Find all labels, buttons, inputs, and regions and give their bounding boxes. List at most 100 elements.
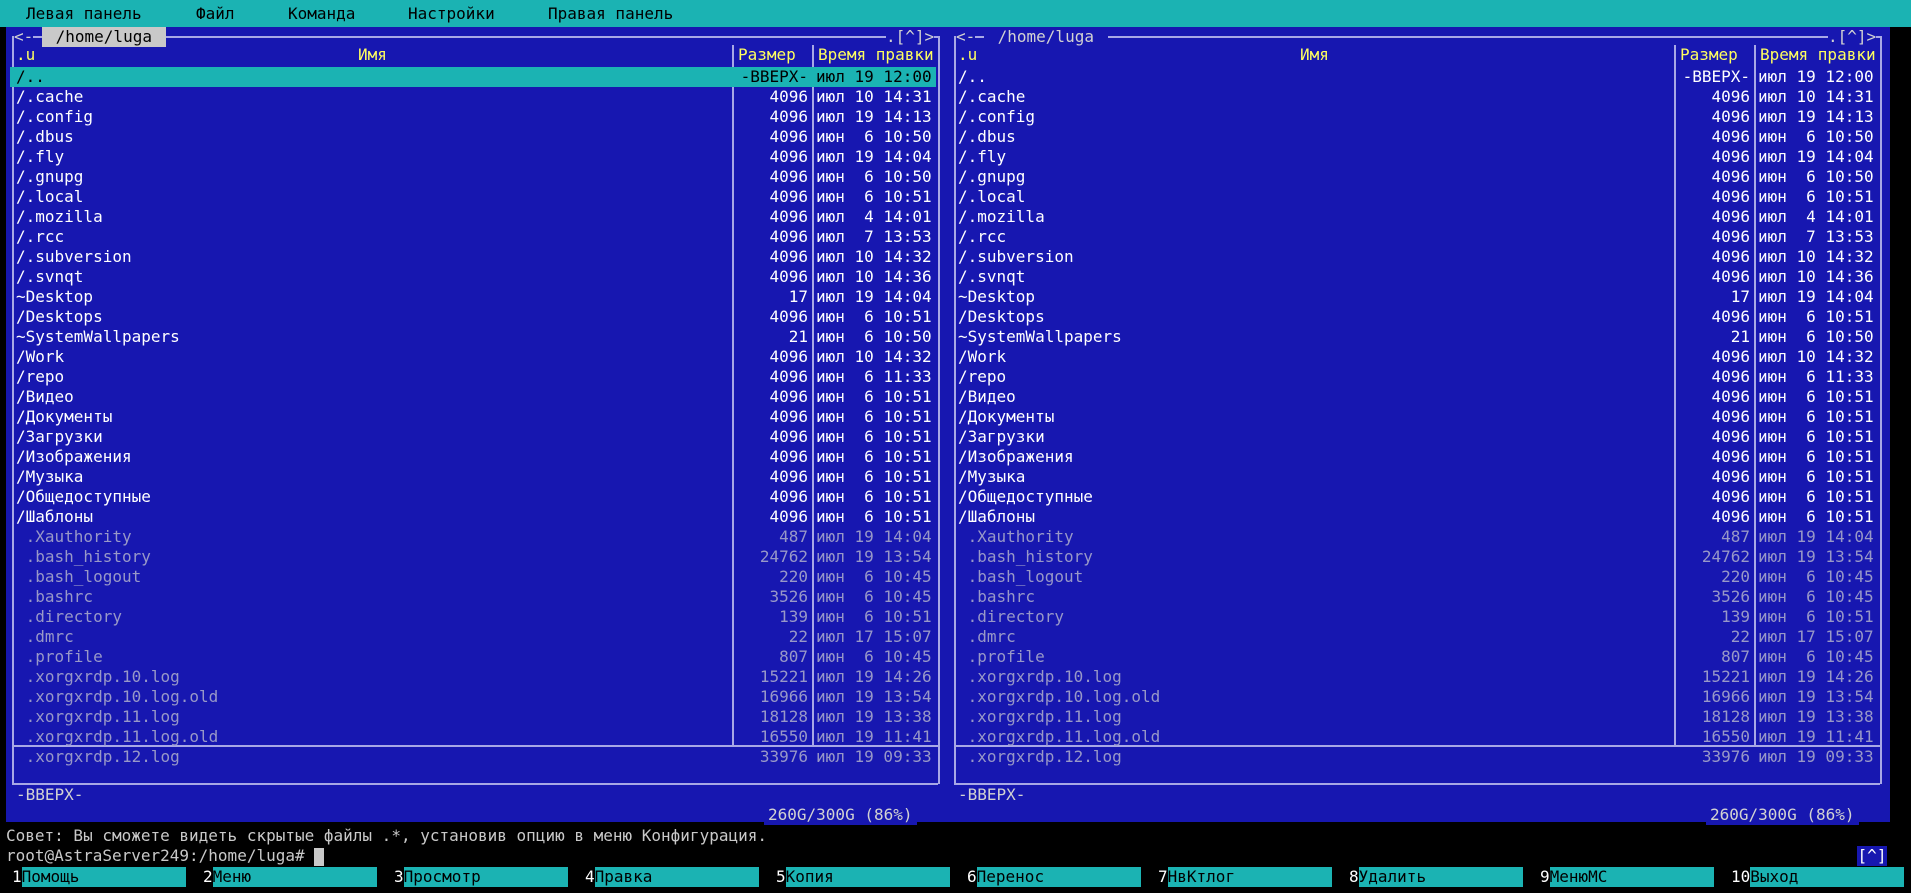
history-button[interactable]: [^] (1857, 846, 1887, 866)
directory-row[interactable]: /.cache 4096 июл 10 14:31 (952, 87, 1878, 107)
panel-path[interactable]: /home/luga (42, 27, 166, 47)
fkey-2[interactable]: 2Меню (195, 867, 377, 887)
file-row[interactable]: .directory 139 июн 6 10:51 (10, 607, 936, 627)
directory-row[interactable]: /.cache 4096 июл 10 14:31 (10, 87, 936, 107)
column-header-time[interactable]: Время правки (1760, 45, 1876, 65)
panel-path[interactable]: /home/luga (984, 27, 1108, 47)
file-row[interactable]: .Xauthority 487 июл 19 14:04 (10, 527, 936, 547)
menu-command[interactable]: Команда (288, 4, 355, 24)
directory-row[interactable]: /.local 4096 июн 6 10:51 (10, 187, 936, 207)
directory-row[interactable]: /.svnqt 4096 июл 10 14:36 (952, 267, 1878, 287)
directory-row[interactable]: /repo 4096 июн 6 11:33 (952, 367, 1878, 387)
file-row[interactable]: .bash_history 24762 июл 19 13:54 (952, 547, 1878, 567)
panel-corner-right[interactable]: .[^]> (1828, 27, 1877, 47)
directory-row[interactable]: /Музыка 4096 июн 6 10:51 (952, 467, 1878, 487)
file-row[interactable]: .bash_history 24762 июл 19 13:54 (10, 547, 936, 567)
menu-left-panel[interactable]: Левая панель (26, 4, 142, 24)
directory-row[interactable]: /.local 4096 июн 6 10:51 (952, 187, 1878, 207)
directory-row[interactable]: /.config 4096 июл 19 14:13 (10, 107, 936, 127)
directory-row[interactable]: /Work 4096 июл 10 14:32 (10, 347, 936, 367)
directory-row[interactable]: ~SystemWallpapers 21 июн 6 10:50 (952, 327, 1878, 347)
file-row[interactable]: .xorgxrdp.12.log 33976 июл 19 09:33 (952, 747, 1878, 767)
directory-row[interactable]: /Видео 4096 июн 6 10:51 (952, 387, 1878, 407)
directory-row[interactable]: /.subversion 4096 июл 10 14:32 (952, 247, 1878, 267)
directory-row[interactable]: /.fly 4096 июл 19 14:04 (952, 147, 1878, 167)
directory-row[interactable]: ~Desktop 17 июл 19 14:04 (952, 287, 1878, 307)
fkey-4[interactable]: 4Правка (577, 867, 759, 887)
fkey-3[interactable]: 3Просмотр (386, 867, 568, 887)
right-panel[interactable]: <- /home/luga .[^]> .u Имя Размер Время … (948, 27, 1890, 825)
file-row[interactable]: .xorgxrdp.10.log.old 16966 июл 19 13:54 (10, 687, 936, 707)
directory-row[interactable]: /Общедоступные 4096 июн 6 10:51 (10, 487, 936, 507)
file-row[interactable]: .bash_logout 220 июн 6 10:45 (952, 567, 1878, 587)
file-row[interactable]: .xorgxrdp.10.log 15221 июл 19 14:26 (10, 667, 936, 687)
directory-row[interactable]: /.rcc 4096 июл 7 13:53 (10, 227, 936, 247)
directory-row[interactable]: /.svnqt 4096 июл 10 14:36 (10, 267, 936, 287)
directory-row[interactable]: /Документы 4096 июн 6 10:51 (10, 407, 936, 427)
file-row[interactable]: .bash_logout 220 июн 6 10:45 (10, 567, 936, 587)
directory-row[interactable]: ~Desktop 17 июл 19 14:04 (10, 287, 936, 307)
directory-row[interactable]: /Work 4096 июл 10 14:32 (952, 347, 1878, 367)
directory-row[interactable]: /repo 4096 июн 6 11:33 (10, 367, 936, 387)
panel-corner-left[interactable]: <- (956, 27, 976, 47)
left-panel[interactable]: <- /home/luga .[^]> .u Имя Размер Время … (6, 27, 948, 825)
directory-row[interactable]: /.gnupg 4096 июн 6 10:50 (10, 167, 936, 187)
fkey-6[interactable]: 6Перенос (959, 867, 1141, 887)
file-row[interactable]: .xorgxrdp.11.log 18128 июл 19 13:38 (10, 707, 936, 727)
fkey-9[interactable]: 9МенюМС (1532, 867, 1714, 887)
file-row[interactable]: .xorgxrdp.11.log.old 16550 июл 19 11:41 (952, 727, 1878, 747)
directory-row[interactable]: ~SystemWallpapers 21 июн 6 10:50 (10, 327, 936, 347)
file-row[interactable]: .directory 139 июн 6 10:51 (952, 607, 1878, 627)
directory-row[interactable]: /.rcc 4096 июл 7 13:53 (952, 227, 1878, 247)
directory-row[interactable]: /Шаблоны 4096 июн 6 10:51 (10, 507, 936, 527)
file-row[interactable]: .profile 807 июн 6 10:45 (10, 647, 936, 667)
directory-row[interactable]: /Загрузки 4096 июн 6 10:51 (10, 427, 936, 447)
menu-right-panel[interactable]: Правая панель (548, 4, 673, 24)
column-header-size[interactable]: Размер (738, 45, 796, 65)
directory-row[interactable]: /Загрузки 4096 июн 6 10:51 (952, 427, 1878, 447)
file-row[interactable]: .xorgxrdp.12.log 33976 июл 19 09:33 (10, 747, 936, 767)
file-row[interactable]: .xorgxrdp.11.log 18128 июл 19 13:38 (952, 707, 1878, 727)
menu-settings[interactable]: Настройки (408, 4, 495, 24)
directory-row[interactable]: /.fly 4096 июл 19 14:04 (10, 147, 936, 167)
directory-row[interactable]: /Шаблоны 4096 июн 6 10:51 (952, 507, 1878, 527)
directory-row[interactable]: /.. -ВВЕРХ-июл 19 12:00 (10, 67, 936, 87)
fkey-5[interactable]: 5Копия (768, 867, 950, 887)
directory-row[interactable]: /Desktops 4096 июн 6 10:51 (10, 307, 936, 327)
directory-row[interactable]: /Изображения 4096 июн 6 10:51 (10, 447, 936, 467)
file-row[interactable]: .profile 807 июн 6 10:45 (952, 647, 1878, 667)
file-row[interactable]: .dmrc 22 июл 17 15:07 (952, 627, 1878, 647)
directory-row[interactable]: /Видео 4096 июн 6 10:51 (10, 387, 936, 407)
directory-row[interactable]: /.config 4096 июл 19 14:13 (952, 107, 1878, 127)
directory-row[interactable]: /Музыка 4096 июн 6 10:51 (10, 467, 936, 487)
file-row[interactable]: .dmrc 22 июл 17 15:07 (10, 627, 936, 647)
fkey-1[interactable]: 1Помощь (4, 867, 186, 887)
directory-row[interactable]: /.dbus 4096 июн 6 10:50 (10, 127, 936, 147)
column-header-size[interactable]: Размер (1680, 45, 1738, 65)
sort-indicator[interactable]: .u (958, 45, 977, 65)
file-row[interactable]: .bashrc 3526 июн 6 10:45 (10, 587, 936, 607)
directory-row[interactable]: /Desktops 4096 июн 6 10:51 (952, 307, 1878, 327)
menu-file[interactable]: Файл (196, 4, 235, 24)
directory-row[interactable]: /Общедоступные 4096 июн 6 10:51 (952, 487, 1878, 507)
column-header-name[interactable]: Имя (1300, 45, 1329, 65)
directory-row[interactable]: /.subversion 4096 июл 10 14:32 (10, 247, 936, 267)
file-row[interactable]: .xorgxrdp.10.log.old 16966 июл 19 13:54 (952, 687, 1878, 707)
fkey-8[interactable]: 8Удалить (1341, 867, 1523, 887)
command-line[interactable]: root@AstraServer249:/home/luga# (6, 846, 325, 866)
file-row[interactable]: .bashrc 3526 июн 6 10:45 (952, 587, 1878, 607)
fkey-10[interactable]: 10Выход (1723, 867, 1905, 887)
directory-row[interactable]: /Документы 4096 июн 6 10:51 (952, 407, 1878, 427)
directory-row[interactable]: /.. -ВВЕРХ-июл 19 12:00 (952, 67, 1878, 87)
directory-row[interactable]: /.dbus 4096 июн 6 10:50 (952, 127, 1878, 147)
column-header-name[interactable]: Имя (358, 45, 387, 65)
panel-corner-right[interactable]: .[^]> (886, 27, 935, 47)
column-header-time[interactable]: Время правки (818, 45, 934, 65)
directory-row[interactable]: /.gnupg 4096 июн 6 10:50 (952, 167, 1878, 187)
file-row[interactable]: .xorgxrdp.10.log 15221 июл 19 14:26 (952, 667, 1878, 687)
panel-corner-left[interactable]: <- (14, 27, 34, 47)
directory-row[interactable]: /Изображения 4096 июн 6 10:51 (952, 447, 1878, 467)
file-row[interactable]: .xorgxrdp.11.log.old 16550 июл 19 11:41 (10, 727, 936, 747)
directory-row[interactable]: /.mozilla 4096 июл 4 14:01 (10, 207, 936, 227)
fkey-7[interactable]: 7НвКтлог (1150, 867, 1332, 887)
